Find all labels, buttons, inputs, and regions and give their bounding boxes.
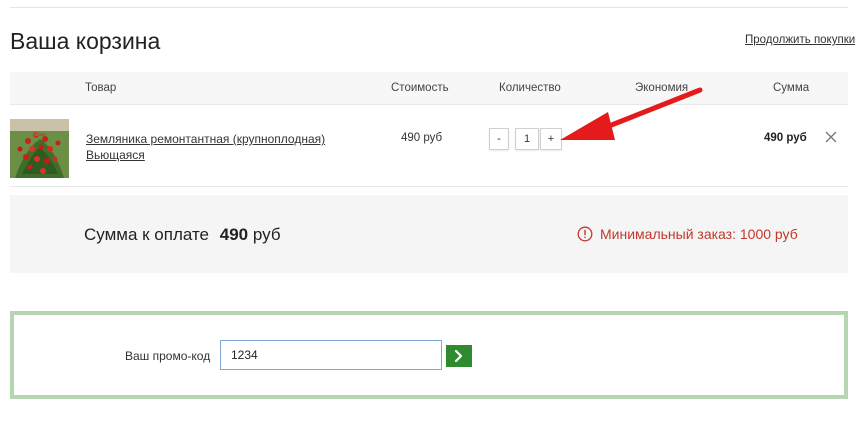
promo-code-panel: Ваш промо-код — [10, 311, 848, 399]
product-price: 490 руб — [401, 132, 443, 144]
header-savings: Экономия — [635, 82, 689, 94]
quantity-field[interactable]: 1 — [515, 128, 539, 150]
cart-row: Земляника ремонтантная (крупноплодная) В… — [10, 105, 848, 187]
top-divider — [10, 7, 848, 8]
row-sum: 490 руб — [764, 132, 807, 144]
strawberry-plant-image — [10, 119, 69, 178]
total-currency: руб — [252, 225, 281, 244]
product-thumbnail[interactable] — [10, 119, 69, 178]
chevron-right-icon — [454, 349, 463, 363]
quantity-increase-button[interactable]: + — [540, 128, 562, 150]
promo-code-input[interactable] — [220, 340, 442, 370]
product-name-link[interactable]: Земляника ремонтантная (крупноплодная) В… — [86, 131, 346, 163]
header-sum: Сумма — [773, 82, 810, 94]
warning-icon — [577, 226, 593, 242]
remove-item-button[interactable] — [823, 129, 839, 145]
quantity-decrease-button[interactable]: - — [489, 128, 509, 150]
page-title: Ваша корзина — [10, 28, 161, 54]
min-order-warning: Минимальный заказ: 1000 руб — [577, 226, 798, 242]
cart-table-header: Товар Стоимость Количество Экономия Сумм… — [10, 72, 848, 105]
header-quantity: Количество — [499, 82, 561, 94]
close-icon — [825, 131, 837, 143]
header-cost: Стоимость — [391, 82, 449, 94]
total-amount: 490 — [219, 225, 249, 244]
header-product: Товар — [85, 82, 117, 94]
promo-submit-button[interactable] — [446, 345, 472, 367]
total-label: Сумма к оплате 490 руб — [84, 225, 281, 245]
total-label-text: Сумма к оплате — [84, 225, 210, 244]
promo-code-label: Ваш промо-код — [125, 349, 211, 363]
continue-shopping-link[interactable]: Продолжить покупки — [745, 34, 855, 46]
min-order-text: Минимальный заказ: 1000 руб — [600, 226, 798, 242]
order-total-panel: Сумма к оплате 490 руб Минимальный заказ… — [10, 195, 848, 273]
